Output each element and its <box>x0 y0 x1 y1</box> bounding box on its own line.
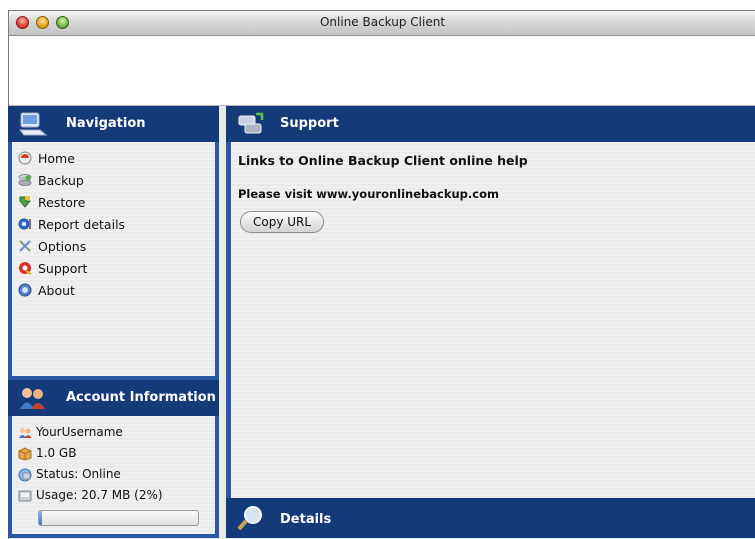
navigation-header: Navigation <box>8 106 219 142</box>
report-icon <box>18 218 31 230</box>
backup-icon <box>18 174 32 186</box>
restore-icon <box>19 196 32 208</box>
user-icon <box>19 428 32 438</box>
navigation-body: Home Backup Restore Report details Optio… <box>12 142 215 376</box>
about-icon <box>18 283 32 297</box>
navigation-title: Navigation <box>66 116 146 131</box>
usage-progress-bar <box>38 510 199 526</box>
account-panel: Account Information YourUsername 1.0 GB <box>8 380 219 538</box>
home-icon <box>18 151 32 165</box>
navigation-panel: Navigation Home Backup Restore Report de… <box>8 106 219 380</box>
support-visit-text: Please visit www.youronlinebackup.com <box>238 187 499 201</box>
support-title: Support <box>280 116 339 131</box>
usage-progress-fill <box>39 511 43 525</box>
network-status-icon <box>18 468 32 482</box>
support-header: Support <box>226 106 755 142</box>
toolbar-area <box>9 36 755 106</box>
account-header: Account Information <box>8 380 219 416</box>
account-body: YourUsername 1.0 GB Status: Online Usage… <box>12 416 215 534</box>
details-title: Details <box>280 512 332 527</box>
copy-url-button[interactable]: Copy URL <box>240 211 325 233</box>
window-title: Online Backup Client <box>319 15 446 29</box>
magnifier-icon <box>237 506 262 531</box>
support-body: Links to Online Backup Client online hel… <box>231 142 755 498</box>
account-title: Account Information <box>66 390 216 405</box>
title-bar: Online Backup Client <box>9 11 755 36</box>
options-icon <box>19 240 31 252</box>
support-icon <box>19 262 32 275</box>
users-icon <box>20 388 45 409</box>
details-panel: Details <box>226 498 755 538</box>
support-heading: Links to Online Backup Client online hel… <box>238 153 528 168</box>
details-header[interactable]: Details <box>226 498 755 538</box>
disk-usage-icon <box>18 490 32 502</box>
package-icon <box>18 447 32 461</box>
computer-icon <box>18 112 48 136</box>
support-panel: Support Links to Online Backup Client on… <box>226 106 755 498</box>
support-network-icon <box>238 112 264 134</box>
